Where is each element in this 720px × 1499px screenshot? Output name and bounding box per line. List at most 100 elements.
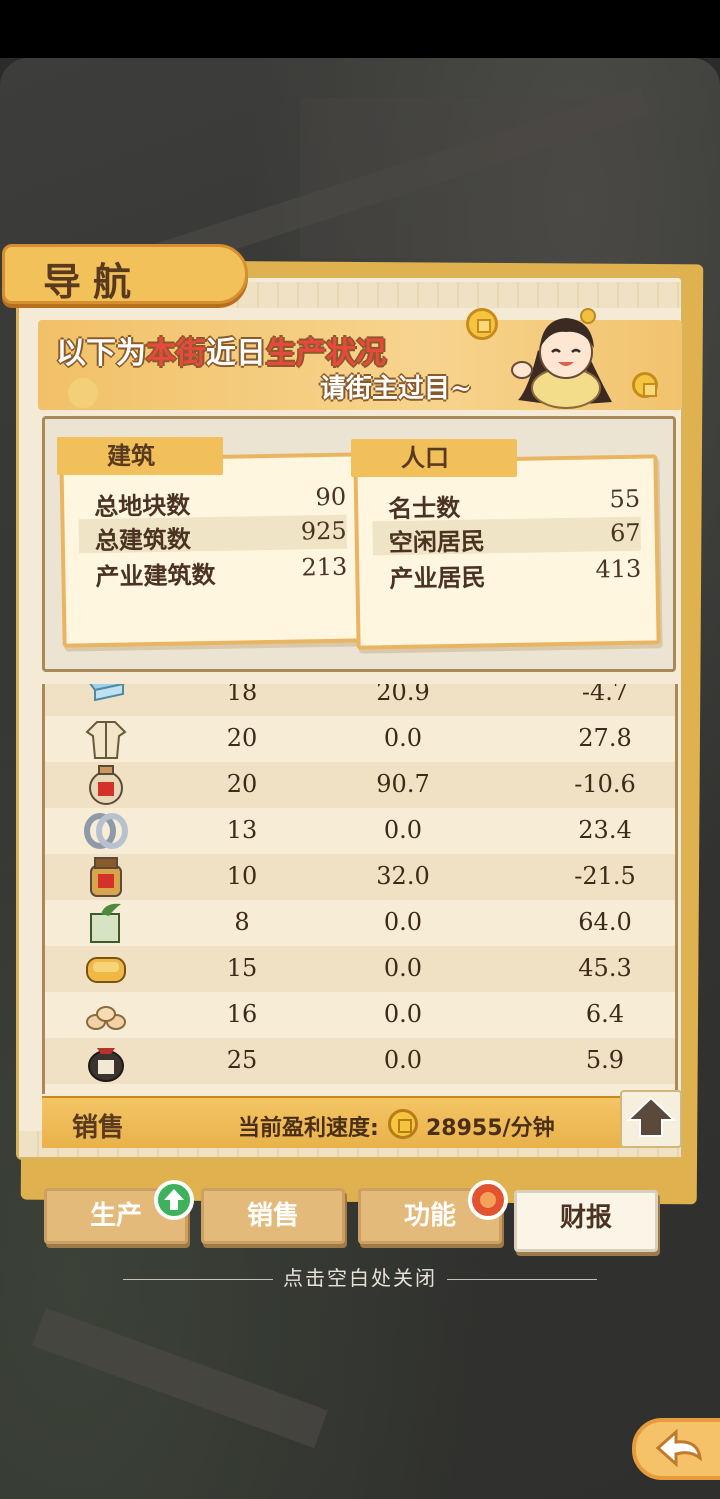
stat-row: 产业居民 413 xyxy=(389,553,642,594)
table-row: 15 0.0 45.3 xyxy=(45,946,675,992)
tab-label: 生产 xyxy=(89,1201,142,1231)
sales-label: 销售 xyxy=(72,1113,125,1143)
net-cell: 23.4 xyxy=(578,816,632,844)
coin-icon xyxy=(466,308,498,340)
tea-can-icon xyxy=(83,902,129,944)
stat-row: 产业建筑数 213 xyxy=(95,551,348,592)
profit-label: 当前盈利速度: xyxy=(238,1116,379,1141)
production-cell: 20.9 xyxy=(376,684,430,706)
production-cell: 0.0 xyxy=(383,724,423,752)
stat-value: 90 xyxy=(315,482,347,512)
cloth-roll-icon xyxy=(83,684,129,714)
production-cell: 90.7 xyxy=(376,770,430,798)
net-cell: 6.4 xyxy=(585,1000,625,1028)
profit-value: 28955/分钟 xyxy=(426,1116,555,1141)
advisor-avatar-icon xyxy=(511,308,612,409)
return-arrow-icon xyxy=(655,1428,702,1468)
stock-cell: 15 xyxy=(226,954,258,982)
stat-value: 413 xyxy=(595,554,642,584)
stat-value: 67 xyxy=(609,518,641,548)
eggs-icon xyxy=(83,994,129,1036)
copper-coin-icon xyxy=(388,1109,418,1139)
banner-text-c: 近日 xyxy=(206,336,266,371)
table-row: 16 0.0 6.4 xyxy=(45,992,675,1038)
net-cell: -4.7 xyxy=(581,684,629,706)
net-cell: -10.6 xyxy=(574,770,636,798)
stat-label: 总建筑数 xyxy=(94,525,192,556)
goods-table[interactable]: 18 20.9 -4.7 20 0.0 27.8 20 90.7 -10.6 13 0.0 23.4 1… xyxy=(42,684,678,1094)
production-cell: 0.0 xyxy=(383,1046,423,1074)
stat-label: 产业建筑数 xyxy=(95,560,216,592)
stock-cell: 16 xyxy=(226,1000,258,1028)
table-row: 13 0.0 23.4 xyxy=(45,808,675,854)
banner-text-a: 以下为 xyxy=(56,336,146,371)
close-hint-text: 点击空白处关闭 xyxy=(283,1266,437,1290)
soap-bar-icon xyxy=(83,948,129,990)
stat-label: 总地块数 xyxy=(93,491,191,522)
net-cell: 64.0 xyxy=(578,908,632,936)
banner-text-b: 本街 xyxy=(146,336,206,371)
stats-frame: 总地块数 90 总建筑数 925 产业建筑数 213 建筑 名士数 55 空闲居… xyxy=(42,416,676,672)
stock-cell: 20 xyxy=(226,724,258,752)
stock-cell: 20 xyxy=(226,770,258,798)
oil-jar-icon xyxy=(83,764,129,806)
production-cell: 0.0 xyxy=(383,954,423,982)
stat-row: 名士数 55 xyxy=(387,483,641,524)
table-row: 20 0.0 27.8 xyxy=(45,716,675,762)
stat-value: 55 xyxy=(609,484,641,514)
stat-label: 名士数 xyxy=(387,493,461,524)
net-cell: 27.8 xyxy=(578,724,632,752)
banner-line1: 以下为本街近日生产状况 xyxy=(56,328,386,372)
nav-title: 导航 xyxy=(43,259,144,304)
population-title: 人口 xyxy=(351,439,517,477)
stock-cell: 25 xyxy=(226,1046,258,1074)
close-hint[interactable]: 点击空白处关闭 xyxy=(0,1262,720,1291)
coin-icon xyxy=(632,372,658,398)
stock-cell: 8 xyxy=(234,908,250,936)
production-cell: 0.0 xyxy=(383,1000,423,1028)
tab-sales[interactable]: 销售 xyxy=(201,1188,345,1244)
stat-value: 213 xyxy=(301,552,348,582)
net-cell: -21.5 xyxy=(574,862,636,890)
up-arrow-icon xyxy=(625,1096,677,1137)
table-row: 18 20.9 -4.7 xyxy=(45,684,675,716)
nav-title-tab: 导航 xyxy=(2,244,248,304)
status-bar xyxy=(0,0,720,58)
buildings-card: 总地块数 90 总建筑数 925 产业建筑数 213 xyxy=(59,452,367,648)
upgrade-badge-icon xyxy=(154,1180,194,1220)
wine-jar-icon xyxy=(83,1040,129,1082)
tab-label: 功能 xyxy=(403,1201,456,1231)
back-button[interactable] xyxy=(632,1418,720,1480)
stat-row: 空闲居民 67 xyxy=(372,516,641,558)
production-cell: 0.0 xyxy=(383,908,423,936)
notification-dot-icon xyxy=(468,1180,508,1220)
stat-row: 总地块数 90 xyxy=(93,481,347,522)
silver-rings-icon xyxy=(83,810,129,852)
stock-cell: 13 xyxy=(226,816,258,844)
population-card: 名士数 55 空闲居民 67 产业居民 413 xyxy=(353,454,661,650)
banner-text-d: 生产状况 xyxy=(266,336,386,371)
production-cell: 32.0 xyxy=(376,862,430,890)
spice-jar-icon xyxy=(83,856,129,898)
net-cell: 5.9 xyxy=(585,1046,625,1074)
table-row: 10 32.0 -21.5 xyxy=(45,854,675,900)
buildings-title: 建筑 xyxy=(57,437,223,475)
table-row: 8 0.0 64.0 xyxy=(45,900,675,946)
table-row: 20 90.7 -10.6 xyxy=(45,762,675,808)
stat-label: 产业居民 xyxy=(389,563,486,594)
tab-financial-report[interactable]: 财报 xyxy=(514,1190,658,1252)
stat-value: 925 xyxy=(300,516,347,546)
robe-icon xyxy=(83,718,129,760)
table-row: 25 0.0 5.9 xyxy=(45,1038,675,1084)
net-cell: 45.3 xyxy=(578,954,632,982)
stock-cell: 18 xyxy=(226,684,258,706)
stock-cell: 10 xyxy=(226,862,258,890)
production-cell: 0.0 xyxy=(383,816,423,844)
expand-button[interactable] xyxy=(620,1090,682,1148)
flower-icon xyxy=(68,378,98,408)
tab-label: 销售 xyxy=(246,1201,299,1231)
banner-line2: 请街主过目~ xyxy=(320,374,472,404)
stat-label: 空闲居民 xyxy=(388,527,486,558)
sales-bar: 销售 当前盈利速度: 28955/分钟 xyxy=(42,1096,678,1148)
stat-row: 总建筑数 925 xyxy=(78,514,347,556)
